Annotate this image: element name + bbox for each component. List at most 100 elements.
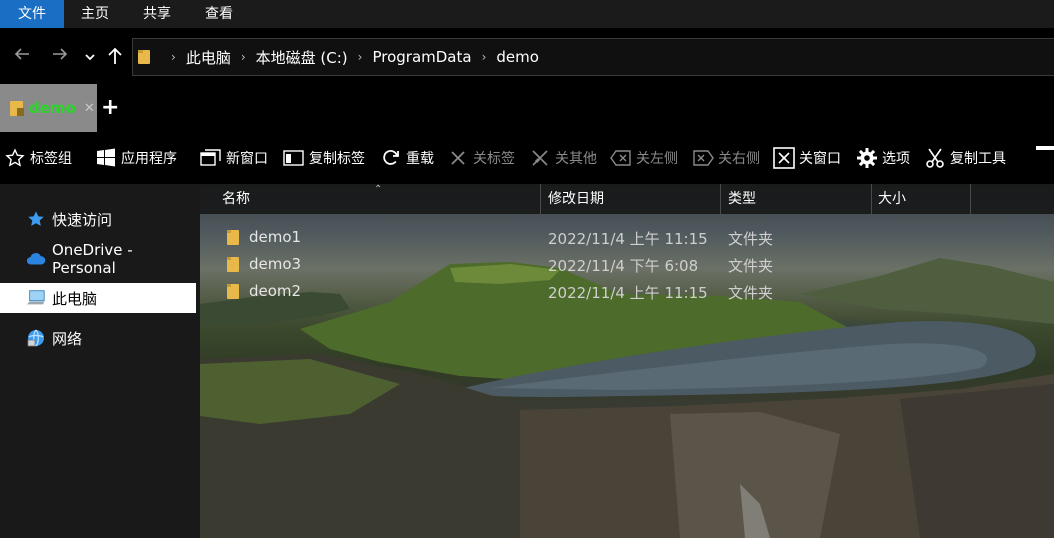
folder-icon (10, 101, 24, 116)
sidebar-item-label: 快速访问 (52, 210, 113, 229)
sidebar-item-this-pc[interactable]: 此电脑 (0, 283, 196, 313)
toolbar-overflow-icon[interactable] (1036, 146, 1054, 150)
sidebar-item-label: 网络 (52, 329, 83, 348)
breadcrumb-programdata[interactable]: ProgramData (372, 48, 471, 66)
toolbar-label: 标签组 (30, 151, 72, 167)
breadcrumb-this-pc[interactable]: 此电脑 (186, 47, 231, 68)
sidebar-item-label: 此电脑 (52, 289, 98, 308)
file-row[interactable]: demo3 2022/11/4 下午 6:08 文件夹 (200, 251, 1054, 278)
breadcrumb-separator-icon: › (357, 50, 363, 64)
navigation-pane: 快速访问 OneDrive - Personal 此电脑 网络 (0, 184, 200, 538)
file-type: 文件夹 (728, 284, 774, 302)
toolbar-label: 关其他 (555, 151, 597, 167)
column-header-date[interactable]: 修改日期 (542, 184, 721, 214)
breadcrumb-separator-icon: › (481, 50, 487, 64)
close-others-icon (529, 147, 551, 169)
cloud-icon (26, 249, 46, 269)
network-icon (26, 328, 46, 348)
toolbar-label: 新窗口 (226, 151, 268, 167)
new-window-icon (200, 147, 222, 169)
file-date: 2022/11/4 上午 11:15 (548, 284, 708, 302)
reload-button[interactable]: 重载 (380, 146, 434, 170)
duplicate-tab-icon (283, 147, 305, 169)
address-bar[interactable]: › 此电脑 › 本地磁盘 (C:) › ProgramData › demo (132, 38, 1054, 76)
ribbon-tab-home[interactable]: 主页 (64, 0, 126, 28)
close-icon[interactable]: ✕ (84, 101, 95, 116)
column-header-name[interactable]: 名称 (216, 184, 541, 214)
column-header-row: ⌃ 名称 修改日期 类型 大小 (200, 184, 1054, 214)
sidebar-item-onedrive[interactable]: OneDrive - Personal (0, 241, 196, 277)
forward-button[interactable] (50, 44, 70, 68)
chevron-down-icon (85, 54, 95, 61)
toolbar-label: 重载 (406, 151, 434, 167)
arrow-left-icon (14, 48, 29, 60)
tab-demo[interactable]: demo ✕ (0, 84, 97, 132)
up-button[interactable] (106, 46, 124, 70)
breadcrumb-local-disk[interactable]: 本地磁盘 (C:) (256, 47, 348, 68)
arrow-right-icon (53, 48, 68, 60)
options-button[interactable]: 选项 (856, 146, 910, 170)
close-x-icon (447, 147, 469, 169)
toolbar-label: 复制标签 (309, 151, 365, 167)
breadcrumb-separator-icon: › (171, 50, 176, 64)
close-right-button[interactable]: 关右侧 (692, 146, 760, 170)
file-type: 文件夹 (728, 230, 774, 248)
sidebar-item-label: OneDrive - Personal (52, 241, 133, 277)
back-button[interactable] (12, 44, 32, 68)
breadcrumb-demo[interactable]: demo (496, 48, 539, 66)
ribbon-menu: 文件 主页 共享 查看 (0, 0, 1054, 28)
toolbar: 标签组 应用程序 新窗口 复制标签 重载 关标签 关其他 关左侧 关右侧 关窗口… (0, 132, 1054, 184)
sidebar-item-quick-access[interactable]: 快速访问 (0, 204, 196, 234)
column-header-type[interactable]: 类型 (722, 184, 872, 214)
toolbar-label: 关标签 (473, 151, 515, 167)
duplicate-tab-button[interactable]: 复制标签 (283, 146, 365, 170)
folder-icon (226, 283, 240, 300)
close-others-button[interactable]: 关其他 (529, 146, 597, 170)
close-window-icon (773, 147, 795, 169)
folder-icon (137, 49, 151, 65)
new-window-button[interactable]: 新窗口 (200, 146, 268, 170)
file-row[interactable]: deom2 2022/11/4 上午 11:15 文件夹 (200, 278, 1054, 305)
breadcrumb-separator-icon: › (240, 50, 246, 64)
close-window-button[interactable]: 关窗口 (773, 146, 841, 170)
star-icon (4, 147, 26, 169)
windows-icon (95, 147, 117, 169)
close-left-icon (610, 147, 632, 169)
ribbon-tab-view[interactable]: 查看 (188, 0, 250, 28)
recent-locations-button[interactable] (84, 46, 96, 68)
toolbar-label: 应用程序 (121, 151, 177, 167)
computer-icon (26, 288, 46, 308)
file-date: 2022/11/4 上午 11:15 (548, 230, 708, 248)
file-name: deom2 (249, 282, 302, 300)
add-tab-button[interactable]: + (101, 97, 119, 119)
navigation-bar: › 此电脑 › 本地磁盘 (C:) › ProgramData › demo (0, 28, 1054, 82)
toolbar-label: 关左侧 (636, 151, 678, 167)
tab-label: demo (29, 99, 76, 117)
star-icon (26, 209, 46, 229)
arrow-up-icon (108, 47, 122, 64)
ribbon-tab-share[interactable]: 共享 (126, 0, 188, 28)
reload-icon (380, 147, 402, 169)
sidebar-item-network[interactable]: 网络 (0, 323, 196, 353)
file-date: 2022/11/4 下午 6:08 (548, 257, 699, 275)
file-name: demo3 (249, 255, 302, 273)
toolbar-label: 关右侧 (718, 151, 760, 167)
tab-strip: demo ✕ + (0, 82, 1054, 132)
folder-icon (226, 229, 240, 246)
close-left-button[interactable]: 关左侧 (610, 146, 678, 170)
gear-icon (856, 147, 878, 169)
column-header-size[interactable]: 大小 (872, 184, 971, 214)
close-right-icon (692, 147, 714, 169)
ribbon-tab-file[interactable]: 文件 (0, 0, 64, 28)
copy-tools-button[interactable]: 复制工具 (924, 146, 1006, 170)
applications-button[interactable]: 应用程序 (95, 146, 177, 170)
file-list-pane: ⌃ 名称 修改日期 类型 大小 demo1 2022/11/4 上午 11:15… (200, 184, 1054, 538)
toolbar-label: 复制工具 (950, 151, 1006, 167)
tab-groups-button[interactable]: 标签组 (4, 146, 72, 170)
scissors-icon (924, 147, 946, 169)
file-type: 文件夹 (728, 257, 774, 275)
toolbar-label: 关窗口 (799, 151, 841, 167)
file-row[interactable]: demo1 2022/11/4 上午 11:15 文件夹 (200, 224, 1054, 251)
toolbar-label: 选项 (882, 151, 910, 167)
close-tab-button[interactable]: 关标签 (447, 146, 515, 170)
